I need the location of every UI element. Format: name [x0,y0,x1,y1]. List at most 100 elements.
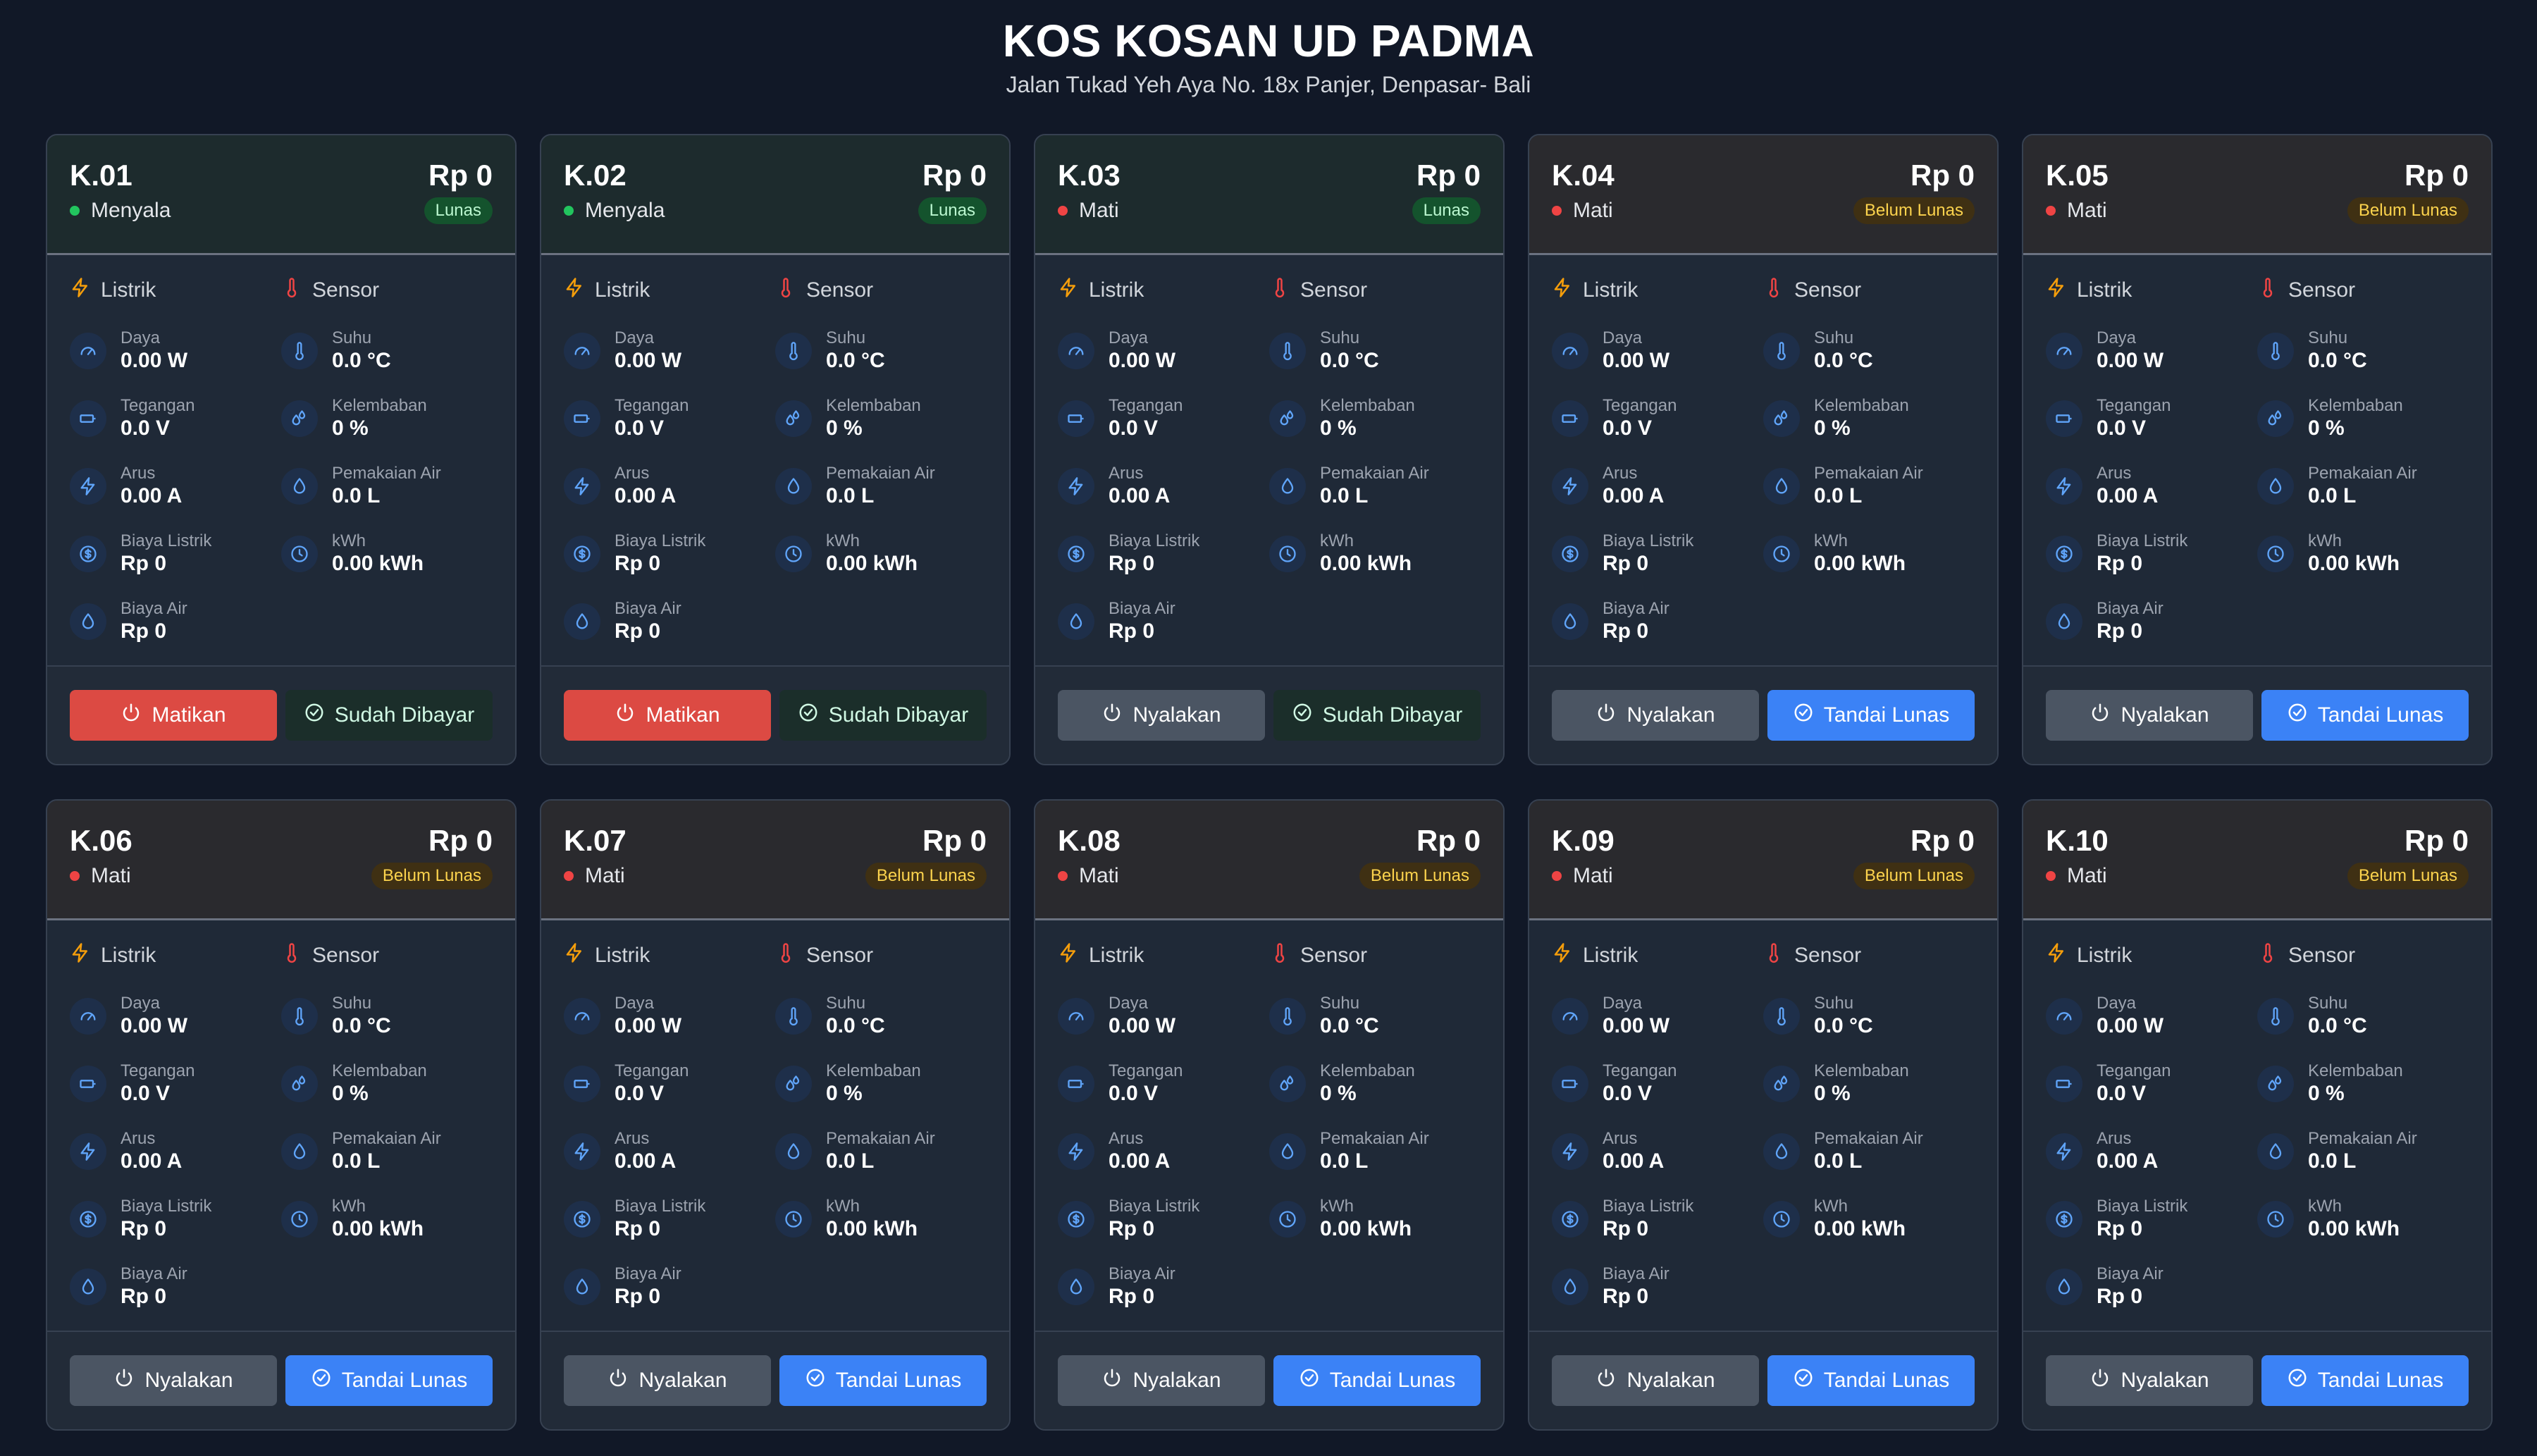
tegangan-value: 0.0 V [2097,417,2147,440]
kwh-label: kWh [2308,1197,2342,1216]
power-toggle-label: Nyalakan [1626,703,1715,727]
room-name: K.02 [564,159,626,192]
pemakaian-air-item: Pemakaian Air 0.0 L [2257,452,2469,520]
status-dot-icon [70,206,80,216]
daya-label: Daya [1603,328,1643,347]
biaya-listrik-label: Biaya Listrik [2097,531,2188,550]
payment-button-label: Tandai Lunas [1823,1369,1950,1392]
clock-icon [281,1201,318,1238]
card-header: K.01 Rp 0 Menyala Lunas [47,135,515,255]
pemakaian-air-label: Pemakaian Air [332,1129,441,1148]
check-circle-icon [311,1367,342,1394]
battery-icon [1058,400,1094,437]
biaya-listrik-label: Biaya Listrik [1109,531,1200,550]
thermometer-icon [1269,998,1306,1035]
tegangan-label: Tegangan [2097,396,2171,415]
power-state-label: Menyala [91,199,171,222]
power-toggle-button[interactable]: Nyalakan [70,1355,277,1406]
power-toggle-button[interactable]: Nyalakan [1058,1355,1265,1406]
payment-button[interactable]: Sudah Dibayar [1273,690,1481,741]
pemakaian-air-value: 0.0 L [2308,1149,2357,1173]
payment-button[interactable]: Tandai Lunas [779,1355,987,1406]
dollar-icon [70,1201,106,1238]
kelembaban-label: Kelembaban [1814,396,1909,415]
pemakaian-air-label: Pemakaian Air [332,464,441,483]
battery-icon [70,400,106,437]
daya-value: 0.00 W [2097,1014,2164,1037]
payment-button[interactable]: Tandai Lunas [1273,1355,1481,1406]
power-toggle-button[interactable]: Nyalakan [1058,690,1265,741]
sensor-header: Sensor [1269,276,1481,304]
thermometer-icon [775,998,812,1035]
suhu-value: 0.0 °C [1814,349,1873,372]
power-state-label: Mati [2067,199,2107,222]
suhu-label: Suhu [1814,994,1854,1013]
listrik-column: Listrik Daya 0.00 W Tegangan 0.0 V Arus 0.0… [70,276,281,665]
listrik-header: Listrik [1552,276,1763,304]
biaya-listrik-label: Biaya Listrik [615,1197,706,1216]
tegangan-value: 0.0 V [121,1082,171,1105]
payment-button[interactable]: Tandai Lunas [2261,690,2469,741]
pemakaian-air-label: Pemakaian Air [1320,464,1429,483]
arus-value: 0.00 A [121,484,183,507]
check-circle-icon [304,702,335,729]
thermometer-icon [2257,333,2294,369]
card-header: K.02 Rp 0 Menyala Lunas [541,135,1009,255]
power-toggle-button[interactable]: Matikan [70,690,277,741]
sensor-label: Sensor [1300,944,1368,967]
battery-icon [2046,1066,2082,1102]
pemakaian-air-item: Pemakaian Air 0.0 L [281,1118,493,1185]
droplet-icon [2046,1269,2082,1305]
pemakaian-air-label: Pemakaian Air [1320,1129,1429,1148]
kelembaban-item: Kelembaban 0 % [2257,1050,2469,1118]
biaya-air-label: Biaya Air [615,1264,681,1283]
payment-button[interactable]: Tandai Lunas [285,1355,493,1406]
payment-button[interactable]: Tandai Lunas [2261,1355,2469,1406]
lightning-icon [1552,1133,1588,1170]
droplets-icon [1269,1066,1306,1102]
biaya-listrik-value: Rp 0 [2097,1217,2143,1240]
pemakaian-air-item: Pemakaian Air 0.0 L [775,452,987,520]
payment-button[interactable]: Tandai Lunas [1767,1355,1975,1406]
card-body: Listrik Daya 0.00 W Tegangan 0.0 V Arus 0.0… [1529,255,1997,665]
payment-button[interactable]: Sudah Dibayar [285,690,493,741]
daya-item: Daya 0.00 W [70,317,281,385]
droplet-icon [1058,603,1094,640]
kelembaban-label: Kelembaban [826,1061,921,1080]
payment-button[interactable]: Sudah Dibayar [779,690,987,741]
arus-item: Arus 0.00 A [564,1118,775,1185]
kelembaban-item: Kelembaban 0 % [281,385,493,452]
battery-icon [1552,1066,1588,1102]
biaya-air-label: Biaya Air [1603,599,1669,618]
thermometer-icon [1269,277,1300,304]
arus-value: 0.00 A [2097,484,2159,507]
payment-button[interactable]: Tandai Lunas [1767,690,1975,741]
kwh-label: kWh [332,531,366,550]
biaya-air-label: Biaya Air [615,599,681,618]
card-body: Listrik Daya 0.00 W Tegangan 0.0 V Arus 0.0… [1529,920,1997,1331]
power-toggle-button[interactable]: Nyalakan [1552,690,1759,741]
kwh-item: kWh 0.00 kWh [1269,1185,1481,1253]
tegangan-value: 0.0 V [615,1082,665,1105]
arus-value: 0.00 A [1603,484,1665,507]
power-toggle-button[interactable]: Nyalakan [564,1355,771,1406]
suhu-item: Suhu 0.0 °C [281,982,493,1050]
gauge-icon [70,998,106,1035]
clock-icon [2257,1201,2294,1238]
kelembaban-item: Kelembaban 0 % [1269,385,1481,452]
kwh-value: 0.00 kWh [1320,552,1412,575]
lightning-icon [1058,1133,1094,1170]
power-toggle-button[interactable]: Matikan [564,690,771,741]
power-state: Mati [1058,864,1119,888]
arus-label: Arus [615,464,650,483]
tegangan-item: Tegangan 0.0 V [1552,385,1763,452]
suhu-value: 0.0 °C [2308,1014,2367,1037]
power-toggle-button[interactable]: Nyalakan [2046,1355,2253,1406]
status-dot-icon [564,871,574,881]
power-toggle-button[interactable]: Nyalakan [2046,690,2253,741]
listrik-column: Listrik Daya 0.00 W Tegangan 0.0 V Arus 0.0… [1552,276,1763,665]
thermometer-icon [775,277,806,304]
card-body: Listrik Daya 0.00 W Tegangan 0.0 V Arus 0.0… [47,255,515,665]
pemakaian-air-value: 0.0 L [1320,484,1369,507]
power-toggle-button[interactable]: Nyalakan [1552,1355,1759,1406]
